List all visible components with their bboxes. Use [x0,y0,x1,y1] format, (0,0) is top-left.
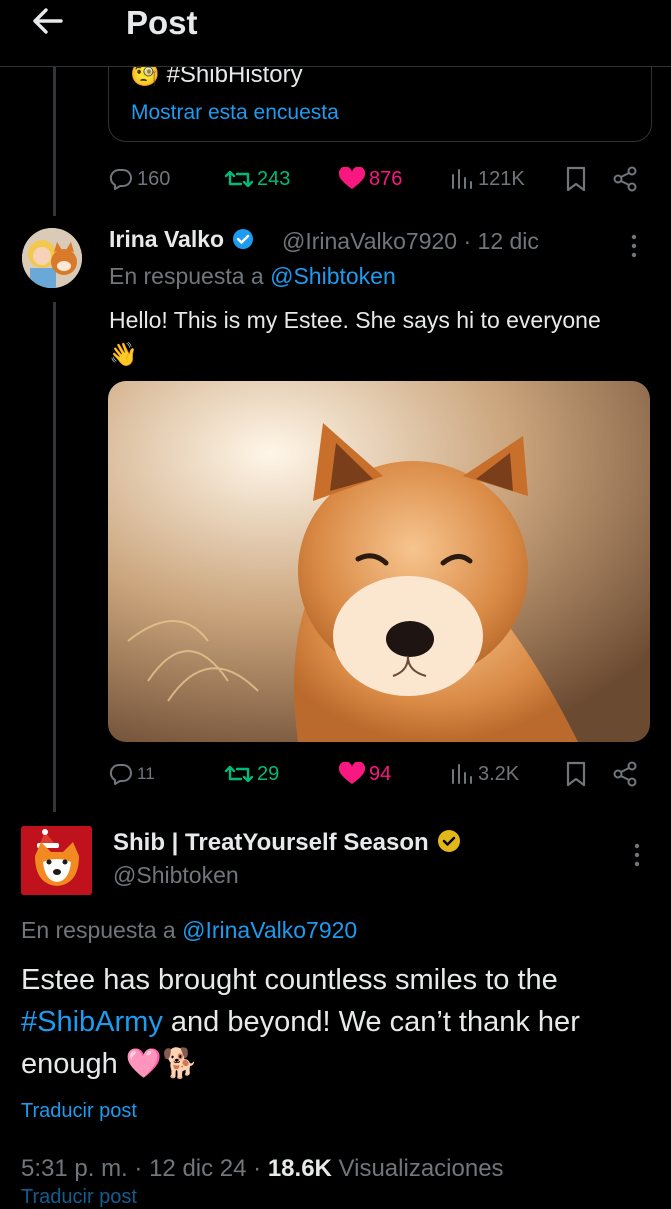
reply-icon [109,763,132,785]
repost-button[interactable]: 29 [224,762,279,786]
heart-dog-emojis: 🩷🐕 [125,1048,199,1080]
repost-button[interactable]: 243 [224,167,290,191]
share-button[interactable] [612,166,638,197]
more-options-button[interactable] [632,843,642,867]
reply-icon [109,168,132,190]
reply-context: En respuesta a @IrinaValko7920 [21,917,358,943]
bookmark-button[interactable] [565,761,587,792]
bookmark-icon [566,166,586,192]
repost-icon [224,170,254,188]
more-vertical-icon [634,843,640,867]
verified-badge-icon [233,229,254,249]
thread-line [53,66,56,216]
translate-post-ghost: Traducir post [21,1186,137,1208]
verified-gold-badge-icon [438,830,461,852]
share-icon [613,166,637,192]
reply-context: En respuesta a @Shibtoken [109,263,396,289]
show-poll-link[interactable]: Mostrar esta encuesta [131,101,339,125]
bookmark-icon [566,761,586,787]
like-button[interactable]: 94 [338,762,391,786]
post-image[interactable] [108,381,650,742]
page-title: Post [126,4,198,41]
views-button[interactable]: 121K [449,167,525,191]
author-name[interactable]: Irina Valko [109,226,254,253]
shib-logo-avatar [21,826,92,895]
more-options-button[interactable] [629,234,639,258]
views-bar-chart-icon [452,764,472,784]
arrow-left-icon [33,8,63,34]
post-text: Hello! This is my Estee. She says hi to … [109,307,601,367]
share-icon [613,761,637,787]
post-meta: 5:31 p. m. · 12 dic 24 · 18.6K Visualiza… [21,1155,504,1182]
mention-link[interactable]: @Shibtoken [270,263,396,289]
repost-icon [224,765,254,783]
mention-link[interactable]: @IrinaValko7920 [182,917,357,943]
bookmark-button[interactable] [565,166,587,197]
author-handle[interactable]: @Shibtoken [113,862,239,889]
top-bar: Post [0,0,671,67]
shiba-dog-photo [108,381,650,742]
waving-hand-emoji: 👋 [109,341,138,367]
views-bar-chart-icon [452,169,472,189]
avatar[interactable] [22,228,82,288]
reply-button[interactable]: 11 [108,762,155,786]
author-handle-date: @IrinaValko7920 · 12 dic [282,228,539,254]
hashtag-link[interactable]: #ShibArmy [21,1006,163,1038]
author-name[interactable]: Shib | TreatYourself Season [113,829,461,857]
thread-line [53,302,56,812]
views-count: 18.6K [267,1155,332,1182]
translate-post-link[interactable]: Traducir post [21,1100,137,1123]
avatar[interactable] [21,826,92,895]
more-vertical-icon [631,234,637,258]
heart-icon [338,762,366,784]
views-button[interactable]: 3.2K [449,762,519,786]
back-button[interactable] [30,6,70,36]
post-text: Estee has brought countless smiles to th… [21,964,580,1080]
avatar-illustration [22,228,82,288]
share-button[interactable] [612,761,638,792]
like-button[interactable]: 876 [338,167,402,191]
heart-icon [338,167,366,189]
reply-button[interactable]: 160 [108,167,170,191]
